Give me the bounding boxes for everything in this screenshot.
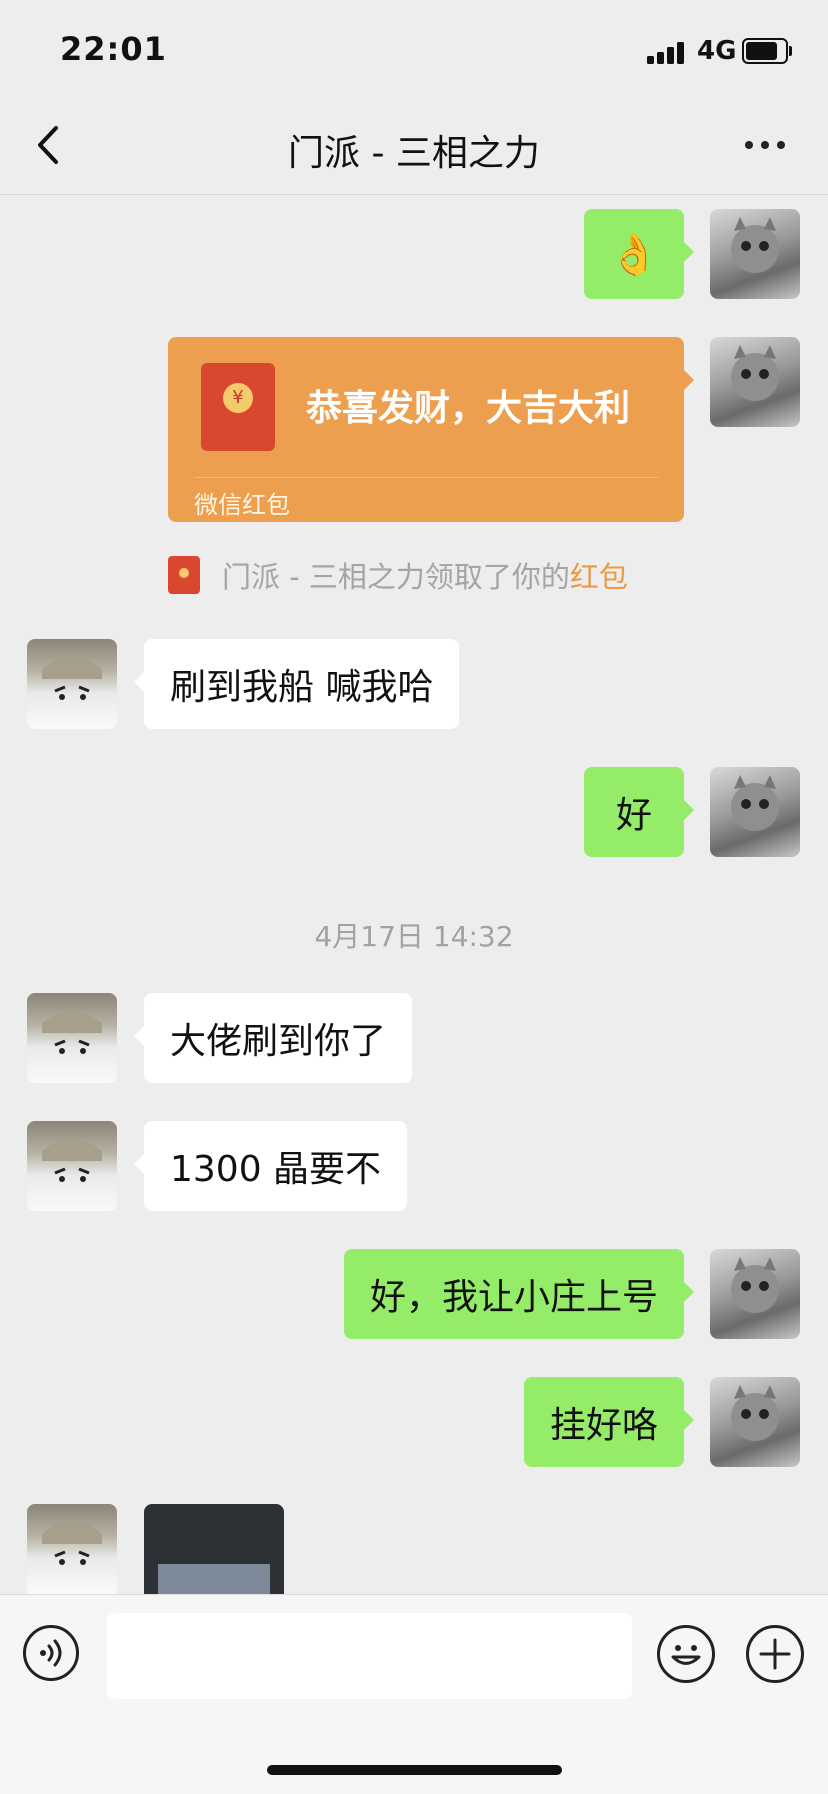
message-text: 大佬刷到你了 bbox=[170, 1021, 387, 1062]
message-input[interactable] bbox=[107, 1613, 632, 1699]
outgoing-message-bubble[interactable]: 好，我让小庄上号 bbox=[343, 1249, 695, 1339]
outgoing-message-bubble[interactable]: 挂好咯 bbox=[523, 1377, 695, 1467]
ok-hand-emoji: 👌 bbox=[609, 231, 659, 278]
outgoing-message-bubble[interactable]: 好 bbox=[584, 767, 694, 857]
my-avatar[interactable] bbox=[710, 767, 800, 857]
red-packet-mini-icon bbox=[168, 556, 200, 594]
image-thumbnail bbox=[158, 1564, 270, 1594]
contact-avatar[interactable] bbox=[27, 993, 117, 1083]
nav-bar: 门派 - 三相之力 bbox=[0, 100, 828, 195]
network-type: 4G bbox=[697, 36, 737, 66]
status-bar: 22:01 4G bbox=[0, 0, 828, 100]
input-bar bbox=[0, 1594, 828, 1794]
red-packet-link[interactable]: 红包 bbox=[570, 554, 628, 596]
contact-avatar[interactable] bbox=[27, 639, 117, 729]
my-avatar[interactable] bbox=[710, 1249, 800, 1339]
red-packet-label: 微信红包 bbox=[194, 491, 290, 519]
ghost-avatar-icon bbox=[42, 1521, 102, 1565]
message-text: 好 bbox=[615, 795, 652, 836]
my-avatar[interactable] bbox=[710, 209, 800, 299]
message-text: 好，我让小庄上号 bbox=[369, 1277, 658, 1318]
message-timestamp: 4月17日 14:32 bbox=[314, 920, 514, 953]
ghost-avatar-icon bbox=[42, 656, 102, 700]
ghost-avatar-icon bbox=[42, 1138, 102, 1182]
chat-title: 门派 - 三相之力 bbox=[288, 133, 540, 174]
more-dots-icon bbox=[745, 141, 753, 149]
voice-button[interactable] bbox=[23, 1625, 79, 1681]
home-indicator bbox=[267, 1765, 562, 1775]
cat-avatar-icon bbox=[731, 217, 779, 273]
message-text: 刷到我船 喊我哈 bbox=[170, 667, 434, 708]
ghost-avatar-icon bbox=[42, 1010, 102, 1054]
notice-text: 门派 - 三相之力领取了你的 bbox=[222, 560, 570, 594]
incoming-message-bubble[interactable]: 1300 晶要不 bbox=[133, 1121, 408, 1211]
voice-icon bbox=[40, 1639, 62, 1667]
emoji-button[interactable] bbox=[657, 1625, 715, 1683]
cat-avatar-icon bbox=[731, 1257, 779, 1313]
cat-avatar-icon bbox=[731, 1385, 779, 1441]
cat-avatar-icon bbox=[731, 775, 779, 831]
message-text: 挂好咯 bbox=[549, 1405, 658, 1446]
outgoing-emoji-bubble[interactable]: 👌 bbox=[584, 209, 694, 299]
more-button[interactable] bbox=[740, 130, 790, 160]
incoming-image-message[interactable] bbox=[144, 1504, 284, 1594]
smiley-icon bbox=[671, 1645, 701, 1665]
red-packet-received-notice: 门派 - 三相之力领取了你的 红包 bbox=[168, 555, 628, 595]
contact-avatar[interactable] bbox=[27, 1121, 117, 1211]
contact-avatar[interactable] bbox=[27, 1504, 117, 1594]
my-avatar[interactable] bbox=[710, 1377, 800, 1467]
battery-icon bbox=[742, 38, 792, 64]
cat-avatar-icon bbox=[731, 345, 779, 401]
incoming-message-bubble[interactable]: 刷到我船 喊我哈 bbox=[133, 639, 460, 729]
signal-icon bbox=[647, 40, 687, 64]
red-envelope-icon: ¥ bbox=[201, 363, 275, 451]
status-time: 22:01 bbox=[60, 30, 167, 68]
incoming-message-bubble[interactable]: 大佬刷到你了 bbox=[133, 993, 413, 1083]
plus-icon bbox=[759, 1638, 791, 1670]
more-functions-button[interactable] bbox=[746, 1625, 804, 1683]
message-text: 1300 晶要不 bbox=[170, 1149, 382, 1190]
red-packet-card[interactable]: ¥ 恭喜发财，大吉大利 微信红包 bbox=[168, 337, 694, 522]
red-packet-greeting: 恭喜发财，大吉大利 bbox=[306, 388, 631, 429]
my-avatar[interactable] bbox=[710, 337, 800, 427]
